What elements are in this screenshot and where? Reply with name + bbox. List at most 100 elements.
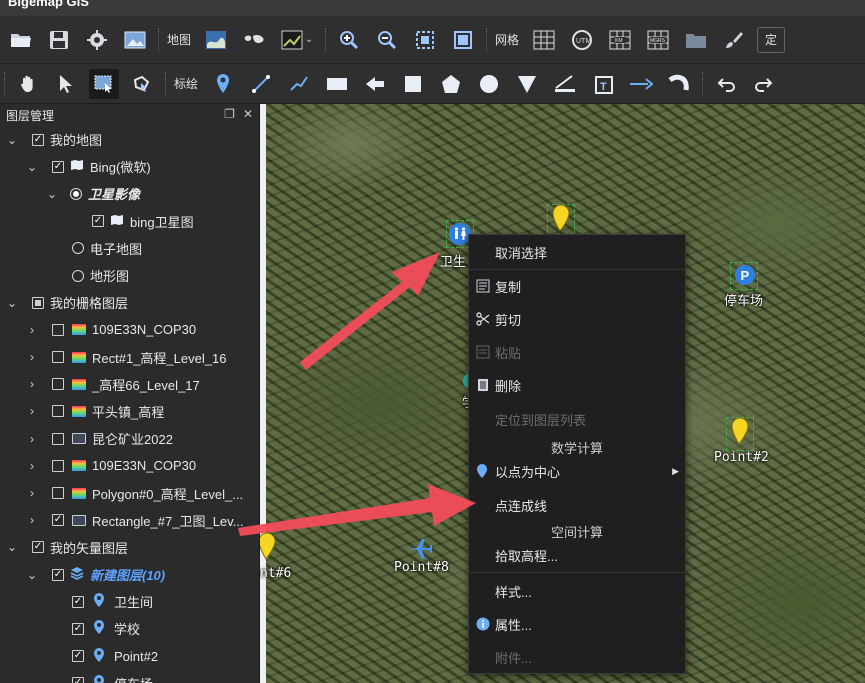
yellow-pin-icon[interactable] (260, 532, 276, 563)
chevron-right-icon[interactable]: › (26, 432, 38, 446)
checkbox[interactable] (52, 459, 64, 472)
edit-feature-icon[interactable] (127, 69, 157, 99)
tree-node-raster[interactable]: › _高程66_Level_17 (0, 371, 259, 398)
checkbox[interactable]: ✓ (32, 133, 44, 146)
checkbox[interactable]: ✓ (72, 677, 84, 683)
checkbox[interactable] (52, 487, 64, 500)
checkbox[interactable] (52, 323, 64, 336)
menu-item-copy[interactable]: 复制 (469, 271, 685, 301)
parking-icon[interactable]: P (734, 264, 756, 289)
chevron-right-icon[interactable]: › (26, 513, 38, 527)
checkbox[interactable] (32, 296, 44, 309)
settings-icon[interactable] (82, 25, 112, 55)
brush-icon[interactable] (719, 25, 749, 55)
tree-node-point[interactable]: ✓ 停车场 (0, 670, 259, 683)
float-window-icon[interactable]: ❐ (224, 107, 235, 121)
menu-item-deselect[interactable]: 取消选择 (469, 237, 685, 267)
satellite-icon[interactable]: ⌄ (277, 25, 317, 55)
chevron-right-icon[interactable]: › (26, 323, 38, 337)
chevron-down-icon[interactable]: ⌄ (6, 540, 18, 554)
airplane-icon[interactable] (406, 536, 433, 563)
chevron-right-icon[interactable]: › (26, 486, 38, 500)
chevron-right-icon[interactable]: › (26, 459, 38, 473)
tree-node-point[interactable]: ✓ 学校 (0, 615, 259, 642)
zoom-out-icon[interactable] (372, 25, 402, 55)
tree-node-raster[interactable]: › ✓ Rectangle_#7_卫图_Lev... (0, 507, 259, 534)
chevron-right-icon[interactable]: › (26, 350, 38, 364)
chevron-down-icon[interactable]: ⌄ (6, 296, 18, 310)
tree-node-terrain-map[interactable]: 地形图 (0, 262, 259, 289)
utm-grid-icon[interactable]: UTM (567, 25, 597, 55)
tree-node-raster[interactable]: › Polygon#0_高程_Level_... (0, 479, 259, 506)
undo-icon[interactable] (711, 69, 741, 99)
curve-arrow-icon[interactable] (664, 69, 694, 99)
menu-item-pick-elevation[interactable]: 拾取高程... (469, 540, 685, 570)
checkbox[interactable]: ✓ (92, 215, 104, 228)
tree-node-raster[interactable]: › 109E33N_COP30 (0, 452, 259, 479)
radio-button[interactable] (72, 242, 84, 255)
tree-node-raster[interactable]: › Rect#1_高程_Level_16 (0, 344, 259, 371)
tree-node-my-maps[interactable]: ⌄ ✓ 我的地图 (0, 126, 259, 153)
chevron-down-icon[interactable]: ⌄ (26, 160, 38, 174)
radio-button[interactable] (70, 187, 82, 200)
menu-item-attachments[interactable]: 附件... (469, 642, 685, 672)
pan-hand-icon[interactable] (13, 69, 43, 99)
zoom-extent-icon[interactable] (410, 25, 440, 55)
menu-item-center-on-point[interactable]: 以点为中心 ▶ (469, 456, 685, 486)
checkbox[interactable] (52, 405, 64, 418)
box-select-icon[interactable] (89, 68, 119, 99)
redo-icon[interactable] (749, 69, 779, 99)
text-icon[interactable]: T (588, 69, 618, 99)
zoom-in-icon[interactable] (334, 25, 364, 55)
ruler-icon[interactable] (550, 69, 580, 99)
tree-node-new-layer[interactable]: ⌄ ✓ 新建图层(10) (0, 561, 259, 588)
select-pointer-icon[interactable] (51, 69, 81, 99)
image-icon[interactable] (120, 25, 150, 55)
tree-node-bing[interactable]: ⌄ ✓ Bing(微软) (0, 153, 259, 180)
menu-item-properties[interactable]: 属性... (469, 609, 685, 639)
polyline-icon[interactable] (284, 69, 314, 99)
grid-icon[interactable] (529, 25, 559, 55)
checkbox[interactable]: ✓ (52, 514, 64, 527)
menu-item-locate-in-layer-list[interactable]: 定位到图层列表 (469, 404, 685, 434)
full-extent-icon[interactable] (448, 25, 478, 55)
tree-node-point[interactable]: ✓ 卫生间 (0, 588, 259, 615)
chevron-right-icon[interactable]: › (26, 404, 38, 418)
tree-node-raster-layers[interactable]: ⌄ 我的栅格图层 (0, 289, 259, 316)
tree-node-street-map[interactable]: 电子地图 (0, 235, 259, 262)
mgrs-grid-icon[interactable]: MGRS (643, 25, 673, 55)
save-icon[interactable] (44, 25, 74, 55)
line-icon[interactable] (246, 69, 276, 99)
checkbox[interactable] (52, 378, 64, 391)
checkbox[interactable]: ✓ (32, 541, 44, 554)
yellow-pin-icon[interactable] (552, 204, 570, 235)
menu-item-cut[interactable]: 剪切 (469, 304, 685, 334)
grid-folder-icon[interactable] (681, 25, 711, 55)
marker-icon[interactable] (208, 69, 238, 99)
tree-node-bing-satellite[interactable]: ✓ bing卫星图 (0, 208, 259, 235)
rectangle-icon[interactable] (322, 69, 352, 99)
chevron-right-icon[interactable]: › (26, 377, 38, 391)
checkbox[interactable]: ✓ (52, 568, 64, 581)
overflow-combo[interactable]: 定 (757, 26, 786, 53)
checkbox[interactable]: ✓ (72, 622, 84, 635)
circle-icon[interactable] (474, 69, 504, 99)
triangle-icon[interactable] (512, 69, 542, 99)
tree-node-vector-layers[interactable]: ⌄ ✓ 我的矢量图层 (0, 534, 259, 561)
close-icon[interactable]: ✕ (243, 107, 253, 121)
tree-node-raster[interactable]: › 平头镇_高程 (0, 398, 259, 425)
checkbox[interactable]: ✓ (72, 595, 84, 608)
yellow-pin-icon[interactable] (731, 417, 749, 448)
tree-node-satellite[interactable]: ⌄ 卫星影像 (0, 180, 259, 207)
menu-item-style[interactable]: 样式... (469, 576, 685, 606)
radio-button[interactable] (72, 269, 84, 282)
square-icon[interactable] (398, 69, 428, 99)
tree-node-point[interactable]: ✓ Point#2 (0, 643, 259, 670)
arrow-line-icon[interactable] (626, 69, 656, 99)
tree-node-raster[interactable]: › 109E33N_COP30 (0, 316, 259, 343)
chevron-down-icon[interactable]: ⌄ (6, 133, 18, 147)
checkbox[interactable] (52, 432, 64, 445)
pentagon-icon[interactable] (436, 69, 466, 99)
world-map-icon[interactable] (239, 25, 269, 55)
menu-item-connect-points[interactable]: 点连成线 (469, 490, 685, 520)
